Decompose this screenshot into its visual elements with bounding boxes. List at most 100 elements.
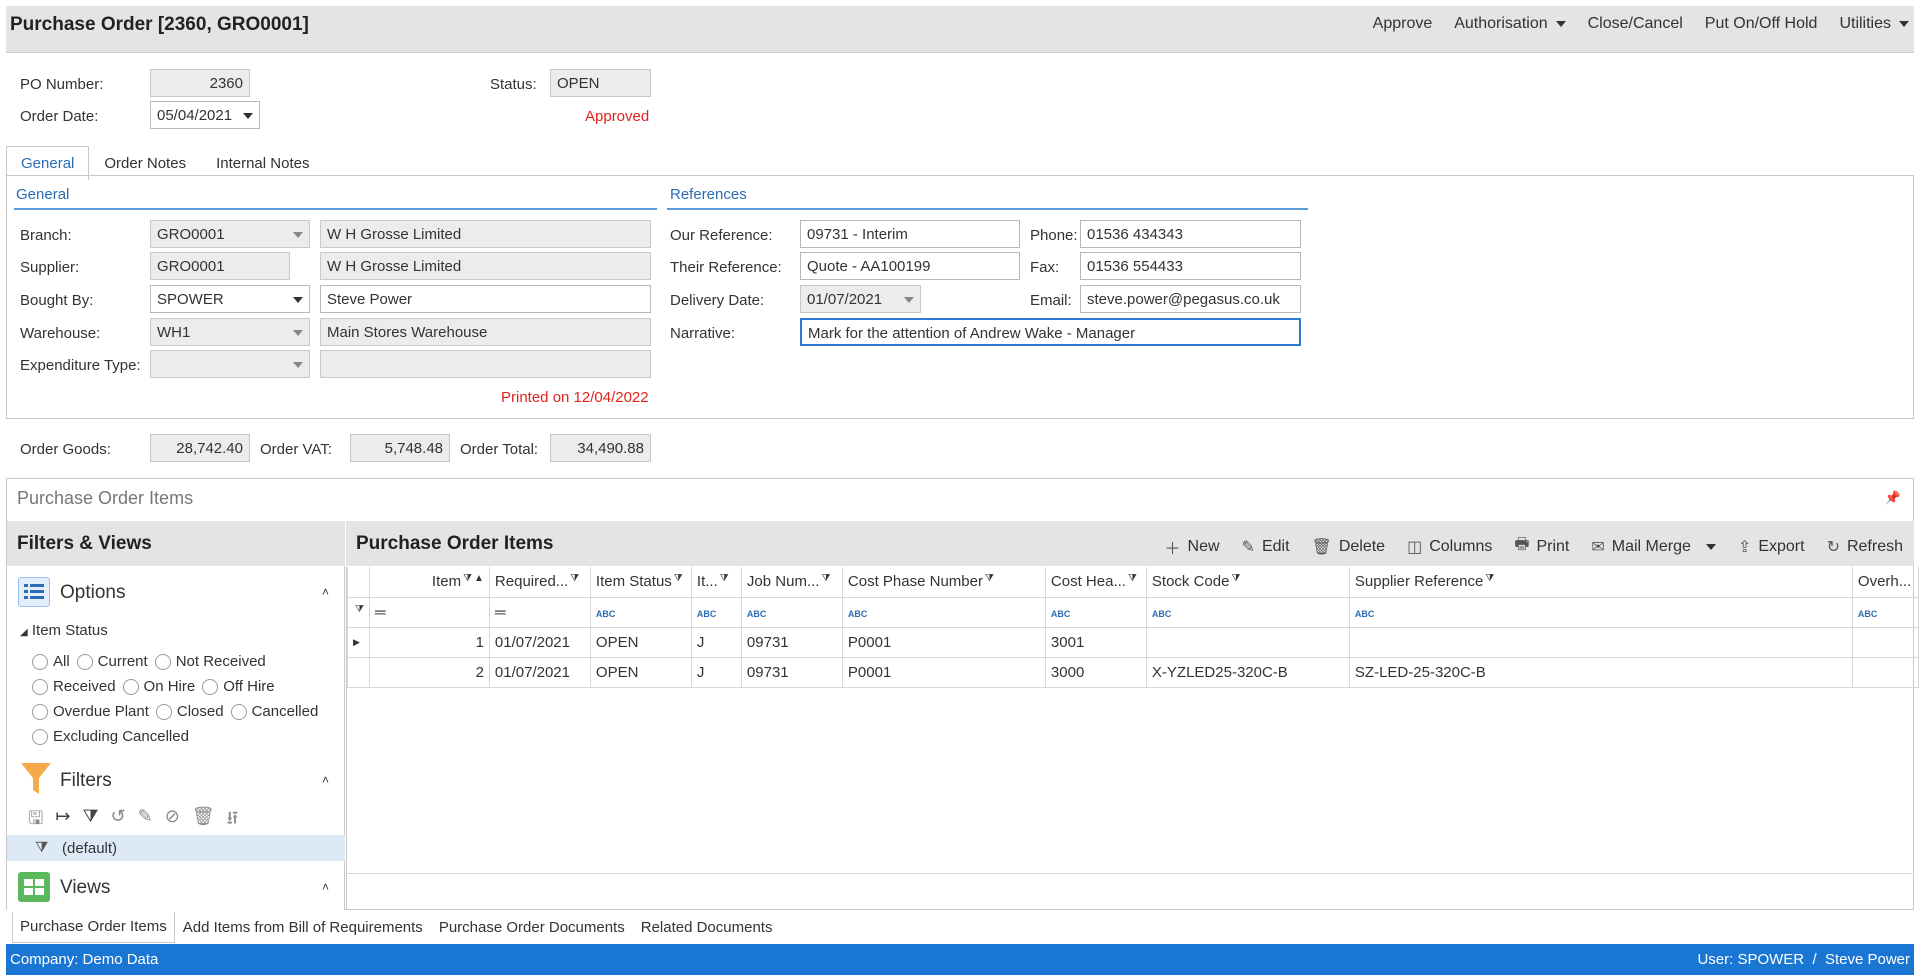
chevron-up-icon[interactable]: ˄	[322, 773, 329, 787]
warehouse-code-field[interactable]: WH1	[150, 318, 310, 346]
chevron-down-icon[interactable]	[293, 330, 303, 336]
column-header-overhead[interactable]: Overh...	[1851, 567, 1919, 598]
filter-icon[interactable]: ⧩	[1128, 573, 1137, 584]
columns-button[interactable]: ◫ Columns	[1407, 533, 1492, 560]
undo-icon[interactable]: ↺	[111, 806, 126, 836]
column-header-item[interactable]: Item ⧩ ▲	[368, 567, 490, 598]
cell-cost-phase[interactable]: P0001	[841, 656, 1046, 688]
filter-icon[interactable]: ⧩	[985, 573, 994, 584]
cell-cost-head[interactable]: 3001	[1044, 626, 1147, 658]
radio-excluding-cancelled[interactable]: Excluding Cancelled	[32, 728, 189, 746]
filter-cell[interactable]: ABC	[740, 596, 843, 628]
apply-filter-icon[interactable]: ⧩	[82, 806, 98, 836]
filter-cell[interactable]: ABC	[1348, 596, 1853, 628]
cell-required[interactable]: 01/07/2021	[488, 656, 591, 688]
filter-icon[interactable]: ⧩	[821, 573, 830, 584]
po-number-field[interactable]: 2360	[150, 69, 250, 97]
cell-cost-phase[interactable]: P0001	[841, 626, 1046, 658]
radio-cancelled[interactable]: Cancelled	[230, 703, 318, 721]
filter-icon[interactable]: ⧩	[720, 573, 729, 584]
filter-icon[interactable]: ⧩	[674, 573, 683, 584]
column-header-supplier-reference[interactable]: Supplier Reference ⧩	[1348, 567, 1853, 598]
radio-overdue-plant[interactable]: Overdue Plant	[32, 703, 149, 721]
column-header-it[interactable]: It... ⧩	[690, 567, 742, 598]
our-reference-field[interactable]: 09731 - Interim	[800, 220, 1020, 248]
cell-overhead[interactable]	[1851, 656, 1919, 688]
filter-cell[interactable]: ABC	[1851, 596, 1919, 628]
tab-purchase-order-documents[interactable]: Purchase Order Documents	[431, 912, 633, 943]
phone-field[interactable]: 01536 434343	[1080, 220, 1301, 248]
filter-icon[interactable]: ⧩	[570, 573, 579, 584]
branch-code-field[interactable]: GRO0001	[150, 220, 310, 248]
delivery-date-field[interactable]: 01/07/2021	[800, 285, 921, 313]
cell-item[interactable]: 1	[368, 626, 490, 658]
cell-stock-code[interactable]	[1145, 626, 1350, 658]
save-icon[interactable]: 🖫	[28, 806, 43, 836]
chevron-down-icon[interactable]	[293, 297, 303, 303]
filter-icon[interactable]: ⧩	[463, 573, 472, 584]
column-header-job-number[interactable]: Job Num... ⧩	[740, 567, 843, 598]
radio-on-hire[interactable]: On Hire	[122, 678, 195, 696]
edit-icon[interactable]: ✎	[138, 806, 153, 836]
chevron-down-icon[interactable]	[293, 232, 303, 238]
filter-cell[interactable]: ABC	[1044, 596, 1147, 628]
narrative-input[interactable]: Mark for the attention of Andrew Wake - …	[800, 318, 1301, 346]
delete-button[interactable]: 🗑 Delete	[1312, 533, 1386, 560]
filter-cell[interactable]: ═	[368, 596, 490, 628]
cell-item-status[interactable]: OPEN	[589, 626, 692, 658]
email-field[interactable]: steve.power@pegasus.co.uk	[1080, 285, 1301, 313]
column-header-cost-phase[interactable]: Cost Phase Number ⧩	[841, 567, 1046, 598]
column-header-item-status[interactable]: Item Status ⧩	[589, 567, 692, 598]
mail-merge-button[interactable]: ✉ Mail Merge	[1591, 533, 1716, 560]
bought-by-name-field[interactable]: Steve Power	[320, 285, 651, 313]
filter-cell[interactable]: ABC	[690, 596, 742, 628]
hold-menu[interactable]: Put On/Off Hold	[1705, 15, 1818, 33]
supplier-code-field[interactable]: GRO0001	[150, 252, 290, 280]
delete-icon[interactable]: 🗑	[192, 806, 215, 836]
filter-icon[interactable]: ⧩	[1231, 573, 1240, 584]
edit-button[interactable]: ✎ Edit	[1242, 533, 1290, 560]
column-header-cost-head[interactable]: Cost Hea... ⧩	[1044, 567, 1147, 598]
refresh-button[interactable]: ↻ Refresh	[1827, 533, 1903, 560]
print-button[interactable]: 🖶 Print	[1514, 533, 1569, 560]
tab-add-items-bill[interactable]: Add Items from Bill of Requirements	[175, 912, 431, 943]
share-icon[interactable]: ⭿	[227, 806, 239, 836]
cell-item[interactable]: 2	[368, 656, 490, 688]
cell-item-status[interactable]: OPEN	[589, 656, 692, 688]
their-reference-field[interactable]: Quote - AA100199	[800, 252, 1020, 280]
cell-it[interactable]: J	[690, 656, 742, 688]
column-header-required[interactable]: Required... ⧩	[488, 567, 591, 598]
order-date-field[interactable]: 05/04/2021	[150, 101, 260, 129]
column-header-stock-code[interactable]: Stock Code ⧩	[1145, 567, 1350, 598]
approve-menu[interactable]: Approve	[1373, 15, 1433, 33]
chevron-down-icon[interactable]	[243, 113, 253, 119]
default-filter-row[interactable]: ⧩ (default)	[7, 835, 345, 861]
radio-closed[interactable]: Closed	[155, 703, 224, 721]
chevron-up-icon[interactable]: ˄	[322, 880, 329, 894]
item-status-group[interactable]: ◢ Item Status	[20, 622, 108, 639]
filter-icon[interactable]: ⧩	[1485, 573, 1494, 584]
table-row[interactable]: ▶ 1 01/07/2021 OPEN J 09731 P0001 3001	[347, 626, 1919, 658]
cell-job-number[interactable]: 09731	[740, 656, 843, 688]
cell-stock-code[interactable]: X-YZLED25-320C-B	[1145, 656, 1350, 688]
radio-received[interactable]: Received	[32, 678, 116, 696]
cell-supplier-reference[interactable]: SZ-LED-25-320C-B	[1348, 656, 1853, 688]
export-button[interactable]: ⇪ Export	[1738, 533, 1805, 560]
pin-icon[interactable]: 📌	[1885, 490, 1901, 506]
radio-not-received[interactable]: Not Received	[154, 653, 266, 671]
filter-cell[interactable]: ABC	[589, 596, 692, 628]
fax-field[interactable]: 01536 554433	[1080, 252, 1301, 280]
new-button[interactable]: ＋ New	[1165, 533, 1220, 560]
bought-by-code-field[interactable]: SPOWER	[150, 285, 310, 313]
filter-cell[interactable]: ═	[488, 596, 591, 628]
chevron-down-icon[interactable]	[904, 297, 914, 303]
chevron-down-icon[interactable]	[293, 362, 303, 368]
radio-all[interactable]: All	[32, 653, 70, 671]
tab-purchase-order-items[interactable]: Purchase Order Items	[12, 912, 175, 943]
authorisation-menu[interactable]: Authorisation	[1454, 15, 1566, 33]
close-cancel-menu[interactable]: Close/Cancel	[1588, 15, 1683, 33]
cell-it[interactable]: J	[690, 626, 742, 658]
tab-related-documents[interactable]: Related Documents	[633, 912, 781, 943]
cell-supplier-reference[interactable]	[1348, 626, 1853, 658]
clear-filter-icon[interactable]: ⊘	[165, 806, 180, 836]
